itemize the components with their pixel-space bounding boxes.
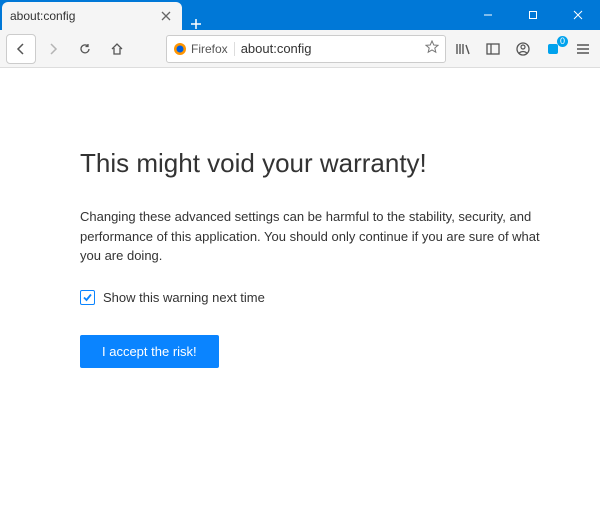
tab-title: about:config [10,9,158,23]
menu-button[interactable] [572,38,594,60]
show-warning-checkbox[interactable] [80,290,95,305]
identity-label: Firefox [191,42,228,56]
warning-page: This might void your warranty! Changing … [0,68,600,368]
window-titlebar: about:config [0,0,600,30]
library-button[interactable] [452,38,474,60]
browser-tab[interactable]: about:config [2,2,182,30]
show-warning-label: Show this warning next time [103,290,265,305]
forward-button [38,34,68,64]
maximize-button[interactable] [510,0,555,30]
close-tab-icon[interactable] [158,8,174,24]
close-window-button[interactable] [555,0,600,30]
extension-badge: 0 [557,36,568,47]
accept-risk-button[interactable]: I accept the risk! [80,335,219,368]
tab-strip: about:config [0,0,465,30]
show-warning-row: Show this warning next time [80,290,540,305]
home-button[interactable] [102,34,132,64]
minimize-button[interactable] [465,0,510,30]
window-controls [465,0,600,30]
firefox-icon [173,42,187,56]
navigation-toolbar: Firefox about:config 0 [0,30,600,68]
page-heading: This might void your warranty! [80,148,540,179]
url-text: about:config [241,41,419,56]
account-button[interactable] [512,38,534,60]
bookmark-star-icon[interactable] [425,40,439,57]
back-button[interactable] [6,34,36,64]
identity-box[interactable]: Firefox [173,42,235,56]
extension-button[interactable]: 0 [542,38,564,60]
address-bar[interactable]: Firefox about:config [166,35,446,63]
reload-button[interactable] [70,34,100,64]
sidebar-button[interactable] [482,38,504,60]
warning-text: Changing these advanced settings can be … [80,207,540,266]
new-tab-button[interactable] [182,18,210,30]
